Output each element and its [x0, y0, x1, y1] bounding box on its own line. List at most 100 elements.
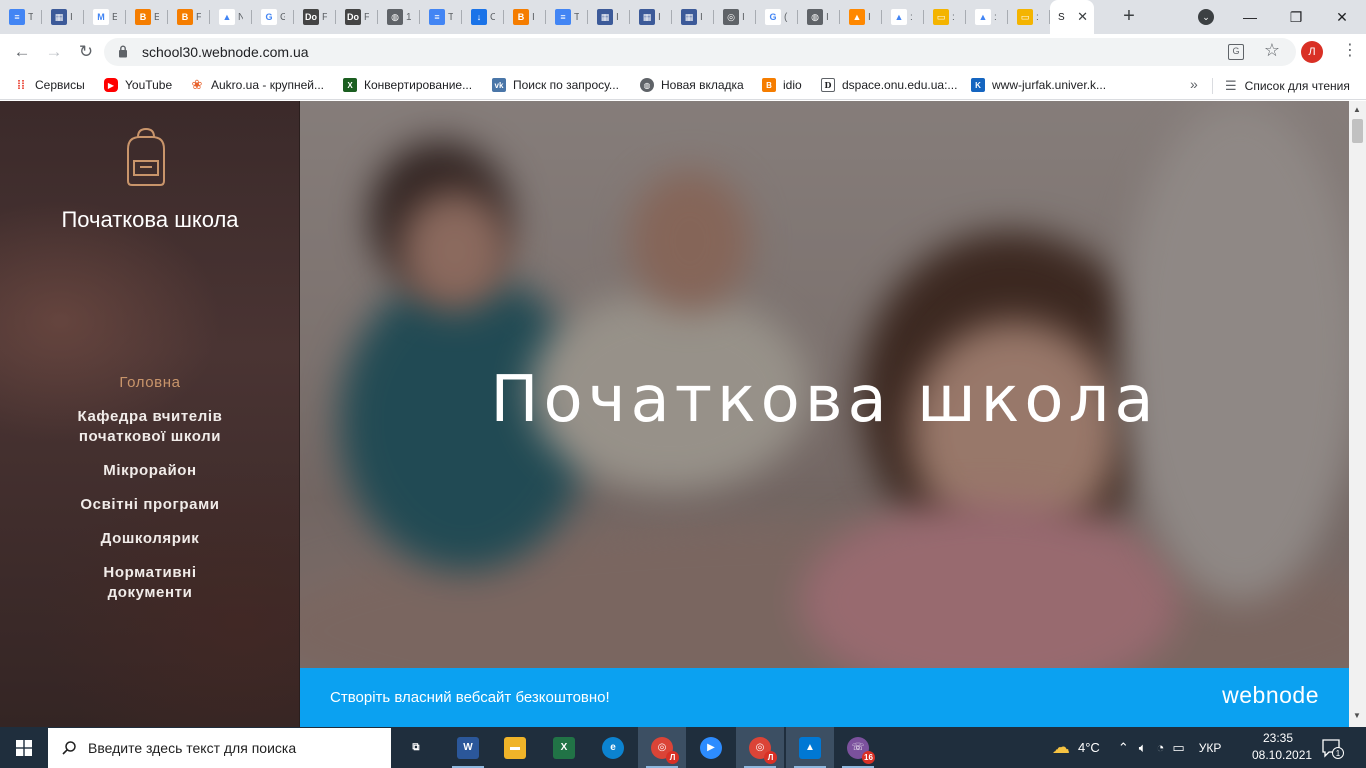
tab-title: I	[616, 11, 619, 23]
browser-tab[interactable]: Do F	[294, 0, 336, 34]
profile-avatar[interactable]: Л	[1301, 41, 1323, 63]
browser-tab[interactable]: ▦ I	[588, 0, 630, 34]
tab-search-button[interactable]: ⌄	[1198, 9, 1214, 25]
browser-tab[interactable]: BI	[504, 0, 546, 34]
close-window-button[interactable]: ✕	[1330, 6, 1354, 28]
nav-item-department[interactable]: Кафедра вчителів початкової школи	[70, 407, 230, 447]
lock-icon[interactable]	[118, 45, 128, 58]
webnode-logo[interactable]: webnode	[1222, 682, 1319, 709]
browser-tab[interactable]: Do F	[336, 0, 378, 34]
minimize-window-button[interactable]: —	[1238, 6, 1262, 28]
taskbar-app-zoom[interactable]: ▶	[687, 727, 735, 768]
promo-link[interactable]: Створіть власний вебсайт безкоштовно!	[330, 689, 610, 706]
browser-tab[interactable]: BF	[168, 0, 210, 34]
start-button[interactable]	[0, 727, 48, 768]
site-title[interactable]: Початкова школа	[0, 207, 300, 233]
nav-item-documents[interactable]: Нормативні документи	[85, 563, 215, 603]
more-bookmarks-icon[interactable]: »	[1190, 76, 1198, 92]
forward-button[interactable]: →	[42, 40, 66, 64]
reading-list-button[interactable]: ☰ Список для чтения	[1212, 78, 1350, 94]
browser-menu-icon[interactable]: ⋮	[1340, 40, 1360, 64]
tab-title: :	[994, 11, 997, 23]
bookmark-converter[interactable]: X Конвертирование...	[343, 77, 472, 93]
network-icon[interactable]: ◔	[1157, 740, 1165, 755]
browser-tab[interactable]: ◎ I	[714, 0, 756, 34]
webnode-promo-banner[interactable]: Створіть власний вебсайт безкоштовно! we…	[300, 668, 1349, 727]
taskbar-app-excel[interactable]: X	[540, 727, 588, 768]
input-language[interactable]: УКР	[1199, 741, 1222, 755]
maximize-window-button[interactable]: ❐	[1284, 6, 1308, 28]
browser-tab[interactable]: ▲ N	[210, 0, 252, 34]
tab-title: G	[280, 11, 285, 23]
browser-tab[interactable]: ≡ T	[546, 0, 588, 34]
hero-image: Початкова школа	[300, 101, 1349, 668]
notification-center-icon[interactable]: 1	[1320, 736, 1344, 760]
browser-tab[interactable]: ME	[84, 0, 126, 34]
taskbar-app-chrome-profile[interactable]: ◎ Л	[638, 727, 686, 768]
url-text[interactable]: school30.webnode.com.ua	[142, 44, 309, 60]
browser-tab[interactable]: ▲:	[882, 0, 924, 34]
taskbar-app-chrome[interactable]: ◎ Л	[736, 727, 784, 768]
browser-tab[interactable]: ▦ I	[630, 0, 672, 34]
bookmark-youtube[interactable]: ▶ YouTube	[104, 77, 172, 93]
scroll-thumb[interactable]	[1352, 119, 1363, 143]
taskbar-app-photos[interactable]: ▲	[786, 727, 834, 768]
taskbar-app-file-explorer[interactable]: ▬	[491, 727, 539, 768]
bookmark-jurfak[interactable]: Kwww-jurfak.univer.k...	[971, 77, 1106, 93]
weather-temp[interactable]: 4°C	[1078, 740, 1100, 755]
close-tab-icon[interactable]: ✕	[1077, 9, 1088, 25]
new-tab-button[interactable]: +	[1118, 6, 1140, 28]
browser-tab[interactable]: BE	[126, 0, 168, 34]
bookmark-apps[interactable]: ⁞⁞ Сервисы	[14, 77, 85, 93]
browser-tab[interactable]: ▦ I	[42, 0, 84, 34]
taskbar-app-viber[interactable]: ☏ 16	[834, 727, 882, 768]
browser-tab[interactable]: ◍ I	[798, 0, 840, 34]
bookmark-vk-search[interactable]: vk Поиск по запросу...	[492, 77, 619, 93]
taskbar-search-box[interactable]: Введите здесь текст для поиска	[48, 728, 391, 768]
bookmark-star-icon[interactable]: ☆	[1264, 40, 1280, 61]
taskbar-clock[interactable]: 23:35 08.10.2021	[1252, 730, 1312, 764]
browser-tab[interactable]: ◍ 1	[378, 0, 420, 34]
notification-count: 1	[1336, 749, 1341, 758]
bookmark-new-tab[interactable]: ◍ Новая вкладка	[640, 77, 744, 93]
browser-tab[interactable]: ▭:	[1008, 0, 1050, 34]
browser-tab[interactable]: ≡ T	[420, 0, 462, 34]
bookmark-idio[interactable]: Bidio	[762, 77, 802, 93]
active-browser-tab[interactable]: S ✕	[1050, 0, 1094, 34]
docs-icon: ≡	[9, 9, 25, 25]
search-placeholder[interactable]: Введите здесь текст для поиска	[88, 740, 296, 756]
browser-tab[interactable]: ↓ C	[462, 0, 504, 34]
taskbar-app-task-view[interactable]: ⧉	[392, 727, 440, 768]
nav-item-district[interactable]: Мікрорайон	[0, 461, 300, 481]
battery-icon[interactable]: ▭	[1172, 740, 1184, 756]
scroll-down-icon[interactable]: ▼	[1353, 711, 1361, 720]
nav-item-programs[interactable]: Освітні програми	[0, 495, 300, 515]
weather-icon[interactable]: ☁	[1052, 737, 1070, 758]
browser-tab[interactable]: GG	[252, 0, 294, 34]
taskbar-app-word[interactable]: W	[444, 727, 492, 768]
app-badge: 16	[862, 750, 875, 764]
bookmark-aukro[interactable]: ❀ Aukro.ua - крупней...	[190, 77, 324, 93]
back-button[interactable]: ←	[10, 40, 34, 64]
backpack-icon[interactable]	[118, 127, 174, 187]
taskbar-app-edge[interactable]: e	[589, 727, 637, 768]
bookmarks-bar: ⁞⁞ Сервисы ▶ YouTube ❀ Aukro.ua - крупней..…	[0, 70, 1366, 100]
browser-tab[interactable]: G(	[756, 0, 798, 34]
browser-tab[interactable]: ▦ I	[672, 0, 714, 34]
browser-tab[interactable]: ▲:	[966, 0, 1008, 34]
page-scrollbar[interactable]: ▲ ▼	[1349, 101, 1366, 727]
address-bar[interactable]: school30.webnode.com.ua G ☆	[104, 38, 1296, 66]
volume-icon[interactable]: 🔈︎	[1139, 740, 1147, 756]
nav-item-preschool[interactable]: Дошколярик	[0, 529, 300, 549]
tab-title: I	[742, 11, 745, 23]
translate-icon[interactable]: G	[1228, 44, 1244, 60]
scroll-up-icon[interactable]: ▲	[1353, 105, 1361, 114]
browser-tab[interactable]: ▭:	[924, 0, 966, 34]
bookmark-dspace[interactable]: Ddspace.onu.edu.ua:...	[821, 77, 957, 93]
reload-button[interactable]: ↻	[74, 40, 98, 64]
tab-title: 1	[406, 11, 411, 23]
browser-tab[interactable]: ▲ I	[840, 0, 882, 34]
nav-item-home[interactable]: Головна	[0, 373, 300, 393]
browser-tab[interactable]: ≡ T	[0, 0, 42, 34]
chevron-up-icon[interactable]: ⌃	[1118, 740, 1129, 756]
